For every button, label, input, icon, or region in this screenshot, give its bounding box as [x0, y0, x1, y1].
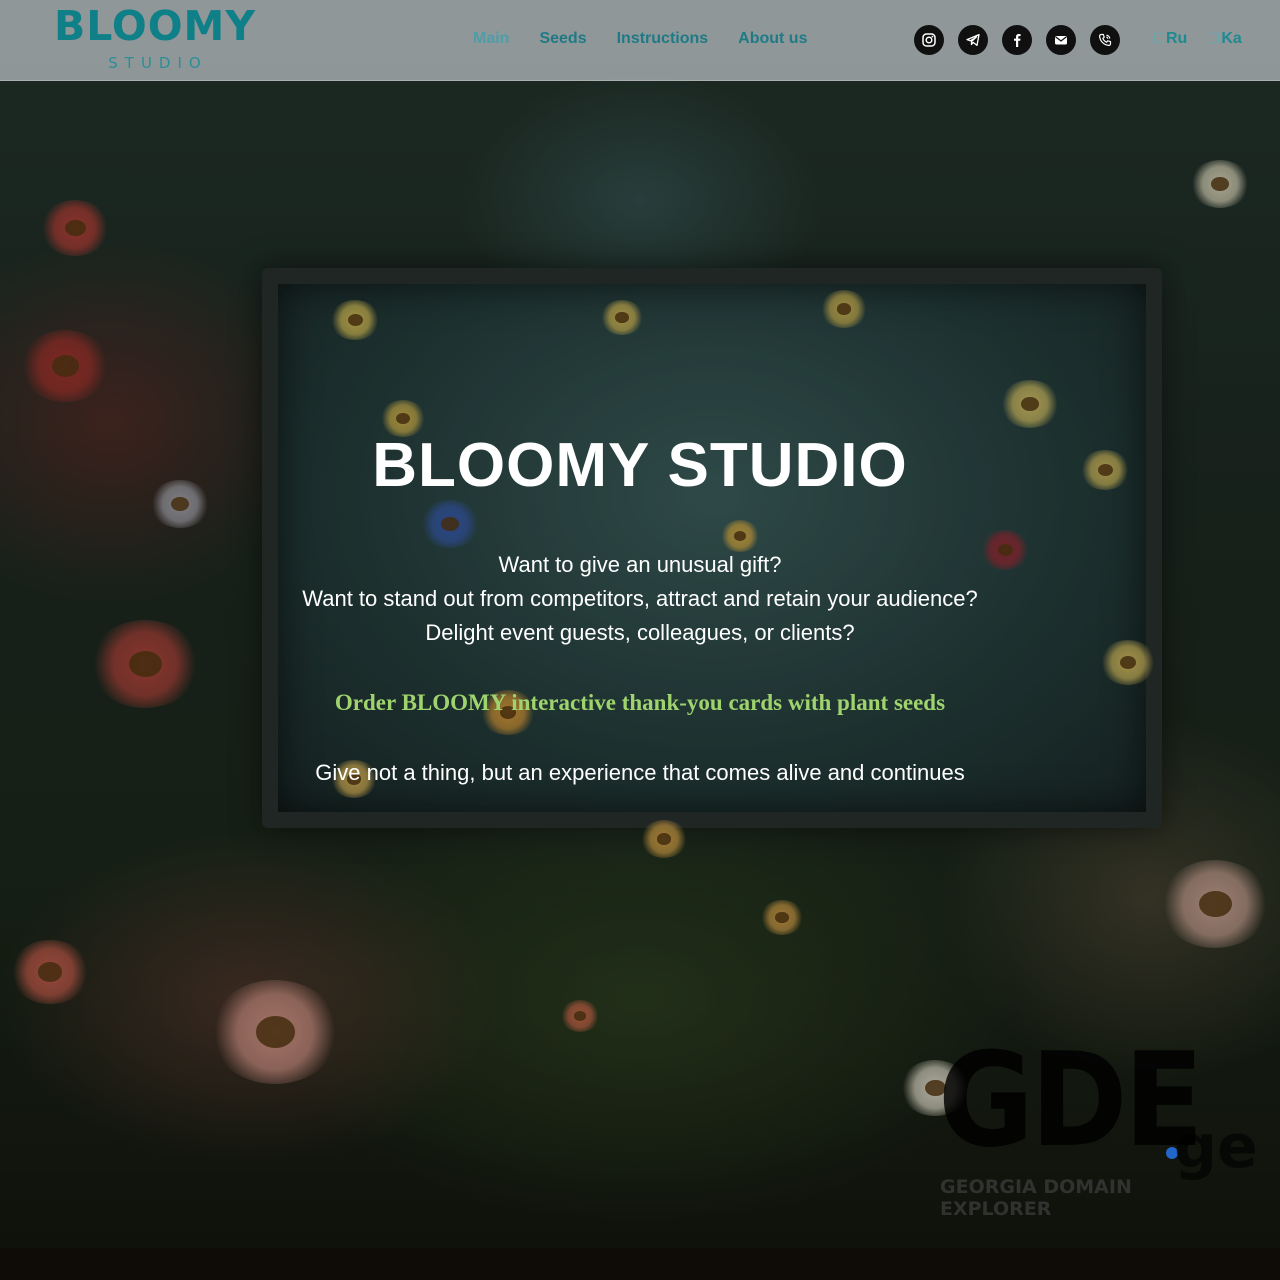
hero-title: BLOOMY STUDIO: [372, 431, 908, 500]
watermark-tld: ge: [1174, 1112, 1258, 1182]
language-switcher: Ru Ka: [1154, 30, 1242, 48]
hero-questions: Want to give an unusual gift? Want to st…: [0, 548, 1280, 650]
page-bottom-strip: [0, 1248, 1280, 1280]
phone-icon: [1098, 33, 1112, 47]
instagram-icon: [922, 33, 936, 47]
telegram-icon: [966, 33, 980, 47]
nav-item-main[interactable]: Main: [473, 29, 509, 49]
flag-ka-icon: [1209, 33, 1220, 43]
facebook-link[interactable]: [1002, 25, 1032, 55]
mail-icon: [1055, 36, 1067, 45]
nav-item-instructions[interactable]: Instructions: [617, 29, 709, 49]
gde-watermark: GDE ge GEORGIA DOMAIN EXPLORER: [938, 1024, 1258, 1220]
hero-content: BLOOMY STUDIO Want to give an unusual gi…: [0, 430, 1280, 790]
hero-question: Delight event guests, colleagues, or cli…: [425, 620, 855, 645]
mail-link[interactable]: [1046, 25, 1076, 55]
site-header: BLOOMY STUDIO Main Seeds Instructions Ab…: [0, 0, 1280, 81]
nav-item-about-us[interactable]: About us: [738, 29, 807, 49]
language-ru-label: Ru: [1166, 30, 1188, 47]
language-ru[interactable]: Ru: [1154, 30, 1187, 48]
hero-question: Want to stand out from competitors, attr…: [302, 586, 978, 611]
facebook-icon: [1014, 34, 1021, 47]
social-links: [914, 25, 1120, 55]
language-ka[interactable]: Ka: [1209, 30, 1242, 48]
brand-logo[interactable]: BLOOMY STUDIO: [48, 4, 262, 76]
nav-item-seeds[interactable]: Seeds: [539, 29, 586, 49]
flag-ru-icon: [1154, 33, 1164, 43]
logo-subtitle: STUDIO: [108, 54, 208, 72]
instagram-link[interactable]: [914, 25, 944, 55]
telegram-link[interactable]: [958, 25, 988, 55]
hero-cta-text: Order BLOOMY interactive thank-you cards…: [334, 690, 946, 715]
hero-tagline: Give not a thing, but an experience that…: [315, 760, 965, 785]
language-ka-label: Ka: [1221, 30, 1242, 47]
hero-question: Want to give an unusual gift?: [498, 552, 782, 577]
phone-link[interactable]: [1090, 25, 1120, 55]
main-nav: Main Seeds Instructions About us: [473, 29, 807, 49]
watermark-caption: GEORGIA DOMAIN EXPLORER: [940, 1176, 1132, 1220]
watermark-letters: GDE: [938, 1024, 1204, 1176]
logo-wordmark: BLOOMY: [53, 2, 257, 50]
